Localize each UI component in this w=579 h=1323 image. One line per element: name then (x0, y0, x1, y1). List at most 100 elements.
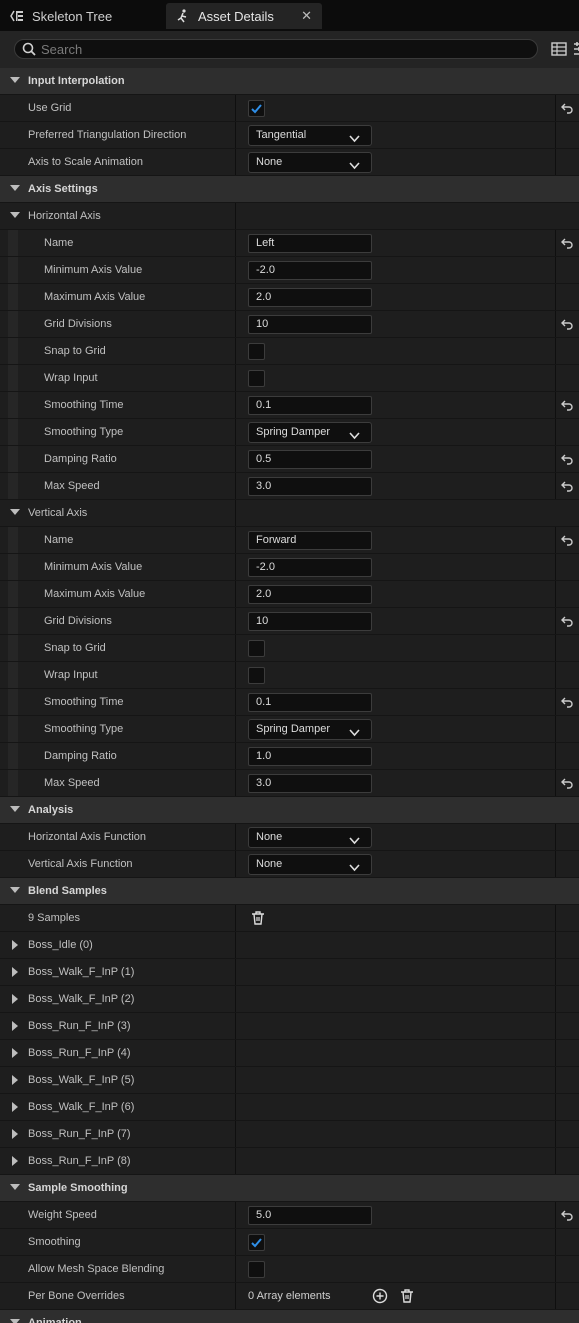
h-wrap-checkbox[interactable] (248, 370, 265, 387)
h-axis-function-row: Horizontal Axis Function None (0, 824, 579, 850)
section-title: Animation (28, 1317, 82, 1323)
blend-sample-item[interactable]: Boss_Idle (0) (0, 932, 579, 958)
h-max-field[interactable]: 2.0 (248, 288, 372, 307)
horizontal-axis-group[interactable]: Horizontal Axis (0, 203, 579, 229)
h-axis-function-dropdown[interactable]: None (248, 827, 372, 848)
expand-arrow-icon[interactable] (12, 1075, 18, 1085)
triangulation-dropdown[interactable]: Tangential (248, 125, 372, 146)
expand-arrow-icon[interactable] (10, 1184, 20, 1190)
chevron-down-icon (349, 860, 360, 879)
dropdown-value: Spring Damper (256, 426, 330, 438)
reset-icon[interactable] (561, 480, 573, 495)
mesh-blend-row: Allow Mesh Space Blending (0, 1256, 579, 1282)
v-max-row: Maximum Axis Value 2.0 (0, 581, 579, 607)
expand-arrow-icon[interactable] (12, 967, 18, 977)
section-input-interpolation[interactable]: Input Interpolation (0, 68, 579, 94)
reset-icon[interactable] (561, 102, 573, 117)
use-grid-checkbox[interactable] (248, 100, 265, 117)
v-grid-field[interactable]: 10 (248, 612, 372, 631)
expand-arrow-icon[interactable] (12, 1156, 18, 1166)
expand-arrow-icon[interactable] (12, 1129, 18, 1139)
section-analysis[interactable]: Analysis (0, 797, 579, 823)
h-smooth-time-field[interactable]: 0.1 (248, 396, 372, 415)
v-damping-field[interactable]: 1.0 (248, 747, 372, 766)
reset-icon[interactable] (561, 453, 573, 468)
expand-arrow-icon[interactable] (12, 994, 18, 1004)
v-min-field[interactable]: -2.0 (248, 558, 372, 577)
expand-arrow-icon[interactable] (10, 806, 20, 812)
blend-sample-item[interactable]: Boss_Walk_F_InP (6) (0, 1094, 579, 1120)
expand-arrow-icon[interactable] (10, 887, 20, 893)
table-view-icon[interactable] (551, 42, 567, 59)
blend-sample-item[interactable]: Boss_Walk_F_InP (2) (0, 986, 579, 1012)
reset-icon[interactable] (561, 399, 573, 414)
v-max-speed-field[interactable]: 3.0 (248, 774, 372, 793)
blend-sample-item[interactable]: Boss_Run_F_InP (4) (0, 1040, 579, 1066)
reset-icon[interactable] (561, 615, 573, 630)
mesh-blend-checkbox[interactable] (248, 1261, 265, 1278)
search-input[interactable] (41, 40, 521, 58)
tab-label: Asset Details (198, 8, 274, 24)
h-min-field[interactable]: -2.0 (248, 261, 372, 280)
expand-arrow-icon[interactable] (10, 1319, 20, 1323)
settings-icon[interactable] (573, 42, 579, 59)
smoothing-checkbox[interactable] (248, 1234, 265, 1251)
v-axis-function-dropdown[interactable]: None (248, 854, 372, 875)
property-label: Name (44, 237, 74, 249)
blend-sample-item[interactable]: Boss_Run_F_InP (8) (0, 1148, 579, 1174)
axis-scale-dropdown[interactable]: None (248, 152, 372, 173)
v-smooth-time-field[interactable]: 0.1 (248, 693, 372, 712)
reset-icon[interactable] (561, 237, 573, 252)
section-sample-smoothing[interactable]: Sample Smoothing (0, 1175, 579, 1201)
v-axis-function-row: Vertical Axis Function None (0, 851, 579, 877)
expand-arrow-icon[interactable] (12, 1048, 18, 1058)
expand-arrow-icon[interactable] (12, 1021, 18, 1031)
reset-icon[interactable] (561, 777, 573, 792)
blend-sample-item[interactable]: Boss_Run_F_InP (3) (0, 1013, 579, 1039)
section-blend-samples[interactable]: Blend Samples (0, 878, 579, 904)
v-name-field[interactable]: Forward (248, 531, 372, 550)
v-max-field[interactable]: 2.0 (248, 585, 372, 604)
vertical-axis-group[interactable]: Vertical Axis (0, 500, 579, 526)
v-max-speed-row: Max Speed 3.0 (0, 770, 579, 796)
v-snap-checkbox[interactable] (248, 640, 265, 657)
trash-icon[interactable] (250, 910, 266, 929)
v-wrap-checkbox[interactable] (248, 667, 265, 684)
h-damping-field[interactable]: 0.5 (248, 450, 372, 469)
dropdown-value: Spring Damper (256, 723, 330, 735)
chevron-down-icon (349, 131, 360, 150)
h-max-speed-field[interactable]: 3.0 (248, 477, 372, 496)
axis-scale-row: Axis to Scale Animation None (0, 149, 579, 175)
tab-skeleton-tree[interactable]: Skeleton Tree (0, 3, 160, 29)
h-grid-field[interactable]: 10 (248, 315, 372, 334)
reset-icon[interactable] (561, 696, 573, 711)
reset-icon[interactable] (561, 318, 573, 333)
section-axis-settings[interactable]: Axis Settings (0, 176, 579, 202)
close-icon[interactable]: ✕ (301, 8, 312, 24)
search-box[interactable] (14, 39, 538, 59)
reset-icon[interactable] (561, 1209, 573, 1224)
weight-speed-field[interactable]: 5.0 (248, 1206, 372, 1225)
h-name-field[interactable]: Left (248, 234, 372, 253)
h-smooth-type-dropdown[interactable]: Spring Damper (248, 422, 372, 443)
trash-icon[interactable] (399, 1288, 415, 1307)
blend-sample-item[interactable]: Boss_Run_F_InP (7) (0, 1121, 579, 1147)
blend-sample-item[interactable]: Boss_Walk_F_InP (1) (0, 959, 579, 985)
section-animation[interactable]: Animation (0, 1310, 579, 1323)
expand-arrow-icon[interactable] (10, 185, 20, 191)
expand-arrow-icon[interactable] (10, 77, 20, 83)
dropdown-value: None (256, 156, 283, 168)
expand-arrow-icon[interactable] (10, 212, 20, 218)
v-smooth-type-row: Smoothing Type Spring Damper (0, 716, 579, 742)
blend-sample-item[interactable]: Boss_Walk_F_InP (5) (0, 1067, 579, 1093)
tab-asset-details[interactable]: Asset Details ✕ (166, 3, 322, 29)
h-snap-checkbox[interactable] (248, 343, 265, 360)
weight-speed-row: Weight Speed 5.0 (0, 1202, 579, 1228)
expand-arrow-icon[interactable] (10, 509, 20, 515)
add-element-icon[interactable] (372, 1288, 388, 1307)
expand-arrow-icon[interactable] (12, 940, 18, 950)
v-smooth-type-dropdown[interactable]: Spring Damper (248, 719, 372, 740)
expand-arrow-icon[interactable] (12, 1102, 18, 1112)
search-row (0, 31, 579, 68)
reset-icon[interactable] (561, 534, 573, 549)
